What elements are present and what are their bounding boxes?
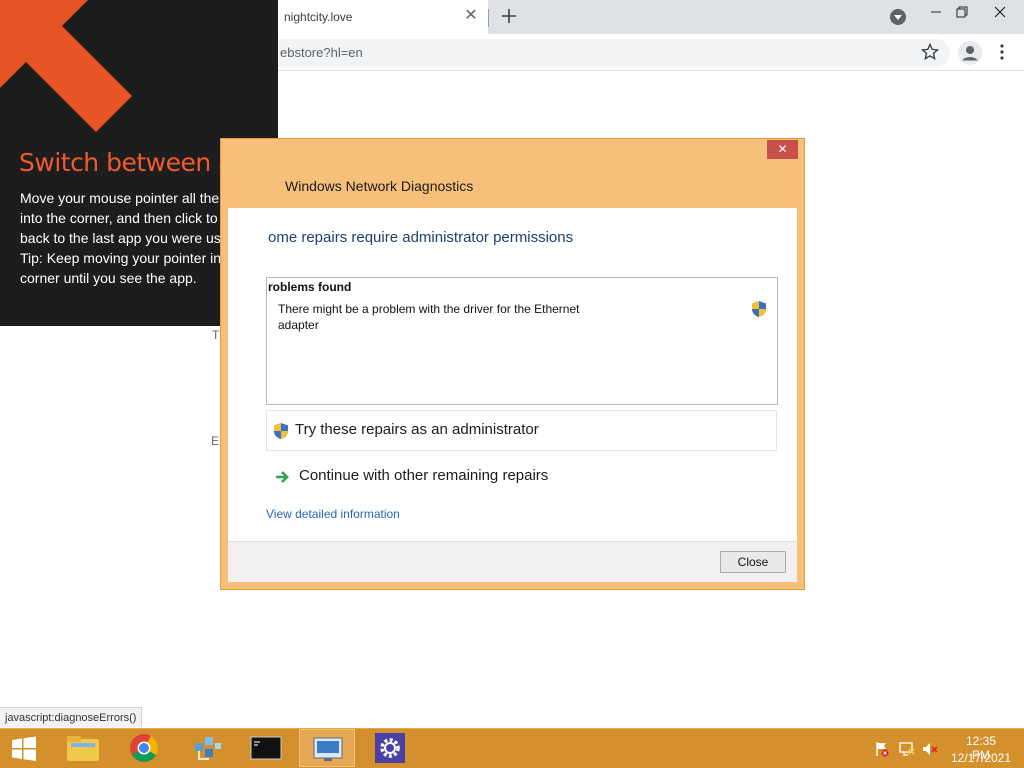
bookmark-star-icon[interactable] <box>921 43 939 61</box>
network-app-button[interactable] <box>177 729 233 767</box>
restore-icon[interactable] <box>948 2 976 22</box>
volume-muted-icon[interactable] <box>922 741 938 757</box>
minimize-icon[interactable] <box>922 2 950 22</box>
try-repairs-label[interactable]: Try these repairs as an administrator <box>295 421 539 438</box>
chrome-button[interactable] <box>116 729 172 767</box>
continue-repairs-label[interactable]: Continue with other remaining repairs <box>299 467 548 484</box>
problem-description: There might be a problem with the driver… <box>278 302 580 332</box>
start-icon[interactable] <box>10 735 38 763</box>
command-prompt-icon <box>250 736 282 760</box>
window-close-icon[interactable] <box>986 2 1014 22</box>
page-text-fragment: T <box>212 328 220 342</box>
dialog-title: Windows Network Diagnostics <box>285 178 474 194</box>
close-button[interactable]: Close <box>720 551 786 573</box>
file-explorer-icon <box>67 736 99 761</box>
remote-desktop-icon <box>313 737 343 761</box>
tab-close-icon[interactable]: ✕ <box>462 7 480 25</box>
network-app-icon <box>195 737 221 760</box>
menu-kebab-icon[interactable] <box>994 43 1010 61</box>
uac-shield-icon <box>752 301 766 317</box>
status-bar-url: javascript:diagnoseErrors() <box>0 707 143 727</box>
new-tab-icon[interactable] <box>498 5 520 27</box>
settings-icon <box>375 733 405 763</box>
file-explorer-button[interactable] <box>55 729 111 767</box>
view-detailed-information-link[interactable]: View detailed information <box>266 507 400 521</box>
action-center-flag-icon[interactable] <box>874 741 890 757</box>
profile-avatar-icon[interactable] <box>958 41 982 65</box>
green-arrow-icon <box>276 471 289 483</box>
tab-search-icon[interactable] <box>890 9 906 25</box>
dialog-footer <box>228 541 797 582</box>
dialog-close-icon[interactable]: ✕ <box>767 140 798 159</box>
problems-found-panel <box>266 277 778 405</box>
tab-divider <box>488 9 489 27</box>
uac-shield-icon <box>274 423 288 439</box>
page-text-fragment: E <box>211 434 220 448</box>
clock-date[interactable]: 12/17/2021 <box>948 751 1014 765</box>
chrome-icon <box>130 734 158 762</box>
corner-arrow-icon <box>0 0 132 132</box>
settings-button[interactable] <box>362 729 418 767</box>
command-prompt-button[interactable] <box>238 729 294 767</box>
problems-found-header: roblems found <box>268 280 352 294</box>
address-url[interactable]: ebstore?hl=en <box>280 45 363 60</box>
network-status-icon[interactable] <box>898 741 916 757</box>
remote-desktop-button[interactable] <box>299 729 355 767</box>
tab-title: nightcity.love <box>284 10 353 24</box>
dialog-heading: ome repairs require administrator permis… <box>268 229 574 246</box>
